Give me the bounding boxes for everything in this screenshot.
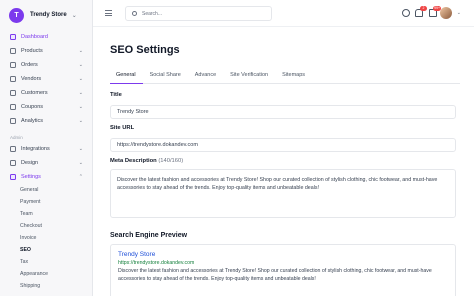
- preview-url: https://trendystore.dokandev.com: [118, 260, 195, 266]
- sidebar-item-orders[interactable]: Orders ⌄: [0, 58, 92, 72]
- sidebar-item-vendors[interactable]: Vendors ⌄: [0, 72, 92, 86]
- chevron-up-icon: ⌃: [78, 174, 83, 180]
- topbar: 2 99+ ⌄: [93, 0, 474, 27]
- chevron-down-icon: ⌄: [78, 160, 83, 166]
- submenu-item-team[interactable]: Team: [20, 208, 92, 220]
- admin-nav: Integrations ⌄ Design ⌄ Settings ⌃: [0, 142, 92, 184]
- sidebar-item-settings[interactable]: Settings ⌃: [0, 170, 92, 184]
- chevron-down-icon: ⌄: [78, 62, 83, 68]
- site-url-field[interactable]: [110, 138, 456, 152]
- submenu-item-payment[interactable]: Payment: [20, 196, 92, 208]
- chevron-down-icon: ⌄: [78, 104, 83, 110]
- tab-general[interactable]: General: [110, 70, 143, 84]
- preview-title: Trendy Store: [118, 251, 156, 258]
- settings-submenu: General Payment Team Checkout Invoice SE…: [0, 184, 92, 292]
- sidebar-item-label: Integrations: [21, 146, 50, 152]
- title-label: Title: [110, 92, 122, 98]
- search-preview-card: Trendy Store https://trendystore.dokande…: [110, 244, 456, 296]
- search-input[interactable]: [142, 10, 262, 17]
- sidebar-item-label: Dashboard: [21, 34, 48, 40]
- tab-sitemaps[interactable]: Sitemaps: [275, 70, 312, 84]
- brush-icon: [10, 160, 16, 166]
- bell-icon[interactable]: 2: [415, 6, 427, 17]
- chevron-down-icon: ⌄: [78, 118, 83, 124]
- meta-description-label-text: Meta Description: [110, 158, 157, 164]
- grid-icon: [10, 34, 16, 40]
- sidebar-item-label: Design: [21, 160, 39, 166]
- help-icon[interactable]: [402, 9, 410, 17]
- title-field[interactable]: [110, 105, 456, 119]
- submenu-item-checkout[interactable]: Checkout: [20, 220, 92, 232]
- tab-advance[interactable]: Advance: [188, 70, 223, 84]
- submenu-item-shipping[interactable]: Shipping: [20, 280, 92, 292]
- preview-description: Discover the latest fashion and accessor…: [118, 268, 432, 282]
- user-avatar[interactable]: [440, 7, 452, 19]
- chevron-down-icon[interactable]: ⌄: [457, 10, 461, 16]
- store-name: Trendy Store: [30, 12, 67, 18]
- sidebar-item-coupons[interactable]: Coupons ⌄: [0, 100, 92, 114]
- admin-section-label: Admin: [10, 135, 23, 140]
- meta-description-count: (140/160): [158, 158, 184, 164]
- store-avatar: T: [9, 7, 24, 23]
- search-box[interactable]: [125, 6, 272, 21]
- hamburger-menu-icon[interactable]: [105, 10, 112, 16]
- sidebar-item-design[interactable]: Design ⌄: [0, 156, 92, 170]
- cart-icon: [10, 62, 16, 68]
- submenu-item-appearance[interactable]: Appearance: [20, 268, 92, 280]
- settings-tabs: General Social Share Advance Site Verifi…: [110, 70, 460, 84]
- tab-site-verification[interactable]: Site Verification: [223, 70, 275, 84]
- submenu-item-seo[interactable]: SEO: [20, 244, 92, 256]
- site-url-label: Site URL: [110, 125, 135, 131]
- sidebar-item-customers[interactable]: Customers ⌄: [0, 86, 92, 100]
- chevron-down-icon: ⌄: [78, 90, 83, 96]
- chevron-down-icon: ⌄: [71, 12, 77, 19]
- meta-description-label: Meta Description (140/160): [110, 158, 460, 166]
- ticket-icon: [10, 104, 16, 110]
- main-content: SEO Settings General Social Share Advanc…: [110, 27, 460, 296]
- chevron-down-icon: ⌄: [78, 146, 83, 152]
- mail-icon[interactable]: 99+: [429, 6, 441, 17]
- sidebar-item-label: Settings: [21, 174, 41, 180]
- sidebar-item-products[interactable]: Products ⌄: [0, 44, 92, 58]
- plug-icon: [10, 146, 16, 152]
- sidebar-item-label: Products: [21, 48, 43, 54]
- submenu-item-tax[interactable]: Tax: [20, 256, 92, 268]
- gear-icon: [10, 174, 16, 180]
- meta-description-field[interactable]: Discover the latest fashion and accessor…: [110, 169, 456, 218]
- store-icon: [10, 76, 16, 82]
- sidebar-item-label: Vendors: [21, 76, 42, 82]
- sidebar-item-dashboard[interactable]: Dashboard: [0, 30, 92, 44]
- submenu-item-general[interactable]: General: [20, 184, 92, 196]
- sidebar-item-label: Coupons: [21, 104, 44, 110]
- chevron-down-icon: ⌄: [78, 76, 83, 82]
- sidebar-item-integrations[interactable]: Integrations ⌄: [0, 142, 92, 156]
- users-icon: [10, 90, 16, 96]
- main-nav: Dashboard Products ⌄ Orders ⌄ Vendors ⌄ Cus…: [0, 30, 92, 128]
- notification-badge: 2: [420, 6, 427, 11]
- submenu-item-invoice[interactable]: Invoice: [20, 232, 92, 244]
- page-title: SEO Settings: [110, 44, 180, 56]
- sidebar-item-label: Analytics: [21, 118, 44, 124]
- chart-icon: [10, 118, 16, 124]
- search-icon: [132, 11, 137, 16]
- search-preview-heading: Search Engine Preview: [110, 232, 188, 239]
- box-icon: [10, 48, 16, 54]
- store-switcher[interactable]: T Trendy Store ⌄: [0, 0, 92, 30]
- tab-social-share[interactable]: Social Share: [143, 70, 188, 84]
- sidebar-item-label: Customers: [21, 90, 48, 96]
- sidebar: T Trendy Store ⌄ Dashboard Products ⌄ Ord…: [0, 0, 93, 296]
- chevron-down-icon: ⌄: [78, 48, 83, 54]
- sidebar-item-label: Orders: [21, 62, 38, 68]
- sidebar-item-analytics[interactable]: Analytics ⌄: [0, 114, 92, 128]
